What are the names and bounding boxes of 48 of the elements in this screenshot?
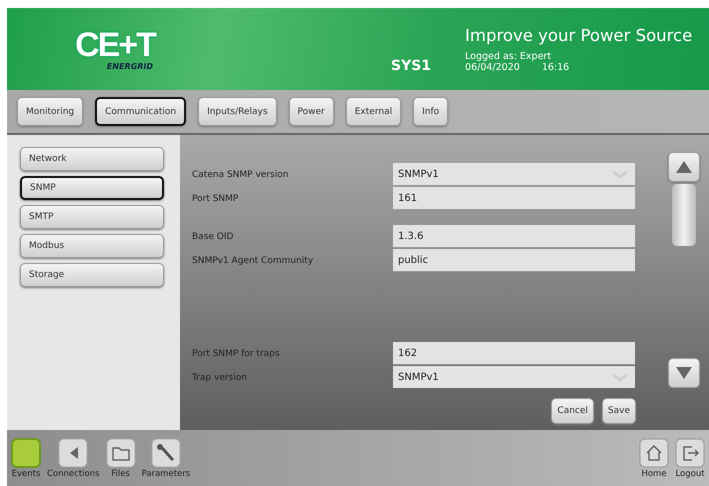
square-indicator-icon xyxy=(11,438,41,468)
tab[interactable]: Inputs/Relays xyxy=(198,97,277,126)
toolbar-button[interactable]: Events xyxy=(11,438,41,478)
triangle-up-icon xyxy=(675,160,693,174)
sidebar-item[interactable]: Storage xyxy=(20,263,164,287)
field-label: Port SNMP xyxy=(192,194,240,204)
scroll-up-button[interactable] xyxy=(668,152,700,182)
field-label: SNMPv1 Agent Community xyxy=(192,256,314,266)
input-field[interactable]: 1.3.6 xyxy=(393,225,635,248)
field-label: Base OID xyxy=(192,232,234,242)
sidebar-item[interactable]: SMTP xyxy=(20,205,164,229)
sidebar-item[interactable]: Modbus xyxy=(20,234,164,258)
action-button[interactable]: Save xyxy=(602,398,636,424)
scroll-down-button[interactable] xyxy=(668,358,700,388)
play-back-icon xyxy=(58,438,88,468)
login-status: Logged as: Expert xyxy=(465,50,552,62)
logo-text: CE+T xyxy=(75,28,155,62)
field-label: Catena SNMP version xyxy=(192,170,290,180)
time: 16:16 xyxy=(542,62,570,72)
toolbar-button[interactable]: Parameters xyxy=(142,438,190,478)
dropdown[interactable]: SNMPv1 xyxy=(393,366,635,388)
field-label: Trap version xyxy=(192,372,248,382)
input-field[interactable]: 162 xyxy=(393,342,635,365)
slogan: Improve your Power Source xyxy=(465,26,692,44)
toolbar-button[interactable]: Files xyxy=(106,438,136,478)
wrench-icon xyxy=(150,438,181,468)
date: 06/04/2020 xyxy=(465,62,520,72)
toolbar-button[interactable]: Logout xyxy=(675,438,705,478)
tab[interactable]: Monitoring xyxy=(17,97,84,126)
tab[interactable]: External xyxy=(346,97,402,126)
toolbar-button[interactable]: Connections xyxy=(47,438,100,478)
sidebar-item[interactable]: Network xyxy=(20,147,164,171)
house-icon xyxy=(639,438,669,468)
toolbar-button[interactable]: Home xyxy=(639,438,669,478)
tab[interactable]: Communication xyxy=(95,97,186,126)
logo-subtitle: ENERGRID xyxy=(106,62,154,70)
dropdown[interactable]: SNMPv1 xyxy=(393,163,635,186)
folder-icon xyxy=(106,438,136,468)
input-field[interactable]: public xyxy=(393,249,635,272)
action-button[interactable]: Cancel xyxy=(551,398,594,424)
input-field[interactable]: 161 xyxy=(393,187,635,210)
scrollbar-thumb[interactable] xyxy=(672,184,696,246)
tab[interactable]: Power xyxy=(288,97,334,126)
sidebar-item[interactable]: SNMP xyxy=(20,176,164,200)
triangle-down-icon xyxy=(675,366,693,380)
field-label: Port SNMP for traps xyxy=(192,348,281,358)
system-name: SYS1 xyxy=(391,58,432,74)
tab[interactable]: Info xyxy=(413,97,448,126)
